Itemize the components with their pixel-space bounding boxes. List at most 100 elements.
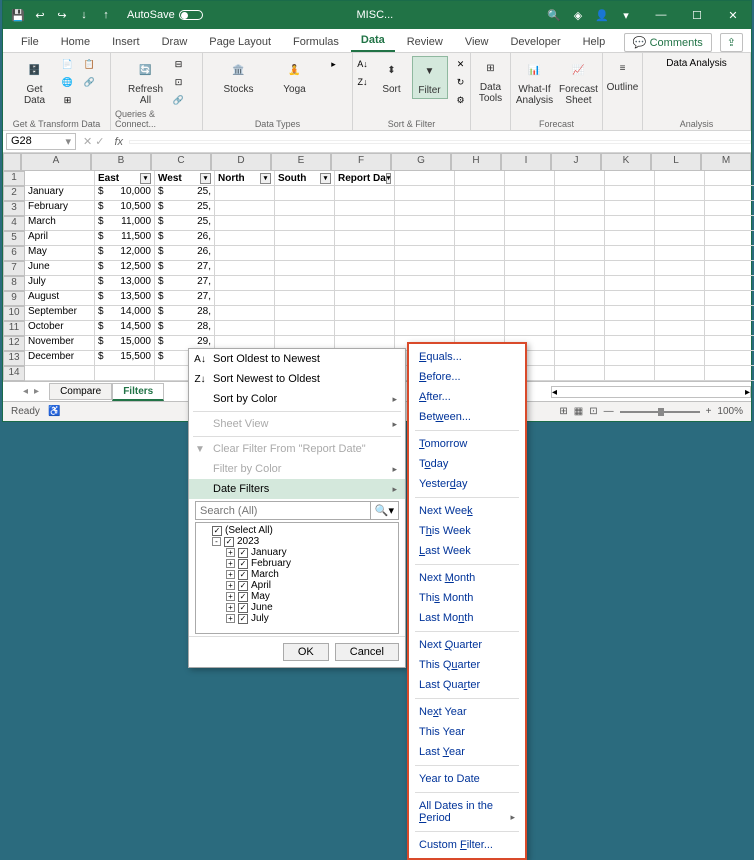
- cell[interactable]: [335, 231, 395, 246]
- equals-item[interactable]: Equals...: [409, 347, 525, 367]
- from-web-icon[interactable]: 🌐: [59, 74, 77, 90]
- row-header[interactable]: 3: [3, 201, 25, 216]
- name-box[interactable]: G28▾: [6, 133, 76, 150]
- tab-file[interactable]: File: [11, 32, 49, 52]
- tree-item[interactable]: +✓May: [198, 591, 396, 602]
- after-item[interactable]: After...: [409, 387, 525, 407]
- tab-home[interactable]: Home: [51, 32, 100, 52]
- cell[interactable]: [335, 186, 395, 201]
- cell[interactable]: $15,500: [95, 351, 155, 366]
- formula-input[interactable]: [129, 140, 751, 144]
- table-header[interactable]: East▾: [95, 171, 155, 186]
- ytd-item[interactable]: Year to Date: [409, 769, 525, 789]
- fx-icon[interactable]: fx: [109, 136, 130, 148]
- cell[interactable]: [275, 261, 335, 276]
- clear-icon[interactable]: ✕: [452, 56, 470, 72]
- table-header[interactable]: West▾: [155, 171, 215, 186]
- sort-asc-icon[interactable]: ↓: [77, 8, 91, 22]
- column-header[interactable]: L: [651, 153, 701, 171]
- cell[interactable]: [275, 321, 335, 336]
- column-header[interactable]: E: [271, 153, 331, 171]
- cell[interactable]: $14,000: [95, 306, 155, 321]
- cell[interactable]: $25,: [155, 201, 215, 216]
- undo-icon[interactable]: ↩: [33, 8, 47, 22]
- data-type-more-icon[interactable]: ▸: [325, 56, 343, 72]
- cell[interactable]: [215, 291, 275, 306]
- filter-tree[interactable]: ✓(Select All) -✓2023 +✓January+✓February…: [195, 522, 399, 634]
- next-year-item[interactable]: Next Year: [409, 702, 525, 722]
- cell[interactable]: [215, 306, 275, 321]
- cell[interactable]: September: [25, 306, 95, 321]
- save-icon[interactable]: 💾: [11, 8, 25, 22]
- column-header[interactable]: D: [211, 153, 271, 171]
- filter-arrow-icon[interactable]: ▾: [140, 173, 151, 184]
- tab-data[interactable]: Data: [351, 30, 395, 52]
- tree-item[interactable]: +✓January: [198, 547, 396, 558]
- zoom-in-icon[interactable]: +: [706, 406, 712, 417]
- sort-desc-icon[interactable]: ↑: [99, 8, 113, 22]
- from-text-icon[interactable]: 📄: [59, 56, 77, 72]
- select-all-corner[interactable]: [3, 153, 21, 171]
- row-header[interactable]: 8: [3, 276, 25, 291]
- cell[interactable]: $13,000: [95, 276, 155, 291]
- collapse-icon[interactable]: -: [212, 537, 221, 546]
- cell[interactable]: $27,: [155, 276, 215, 291]
- cell[interactable]: $26,: [155, 231, 215, 246]
- tree-item[interactable]: +✓July: [198, 613, 396, 624]
- expand-icon[interactable]: +: [226, 559, 235, 568]
- redo-icon[interactable]: ↪: [55, 8, 69, 22]
- tab-draw[interactable]: Draw: [152, 32, 198, 52]
- table-header[interactable]: [25, 171, 95, 186]
- zoom-level[interactable]: 100%: [717, 406, 743, 417]
- tomorrow-item[interactable]: Tomorrow: [409, 434, 525, 454]
- column-header[interactable]: A: [21, 153, 91, 171]
- cell[interactable]: February: [25, 201, 95, 216]
- view-normal-icon[interactable]: ⊞: [559, 406, 567, 417]
- cell[interactable]: July: [25, 276, 95, 291]
- cell[interactable]: August: [25, 291, 95, 306]
- from-table-icon[interactable]: ⊞: [59, 92, 77, 108]
- ribbon-opts-icon[interactable]: ▾: [619, 8, 633, 22]
- cell[interactable]: $11,500: [95, 231, 155, 246]
- cell[interactable]: $12,000: [95, 246, 155, 261]
- expand-icon[interactable]: +: [226, 614, 235, 623]
- tab-help[interactable]: Help: [573, 32, 616, 52]
- cell[interactable]: [335, 246, 395, 261]
- checkbox-icon[interactable]: ✓: [238, 614, 248, 624]
- comments-button[interactable]: 💬 Comments: [624, 33, 712, 52]
- cell[interactable]: November: [25, 336, 95, 351]
- filter-arrow-icon[interactable]: ▾: [386, 173, 392, 184]
- checkbox-icon[interactable]: ✓: [238, 581, 248, 591]
- close-button[interactable]: ✕: [715, 1, 751, 29]
- filter-arrow-icon[interactable]: ▾: [320, 173, 331, 184]
- this-year-item[interactable]: This Year: [409, 722, 525, 742]
- row-header[interactable]: 13: [3, 351, 25, 366]
- tree-item[interactable]: +✓April: [198, 580, 396, 591]
- cell[interactable]: [335, 261, 395, 276]
- expand-icon[interactable]: +: [226, 570, 235, 579]
- before-item[interactable]: Before...: [409, 367, 525, 387]
- last-year-item[interactable]: Last Year: [409, 742, 525, 762]
- cell[interactable]: October: [25, 321, 95, 336]
- fx-buttons[interactable]: ✕ ✓: [79, 135, 109, 148]
- cell[interactable]: [215, 201, 275, 216]
- tab-nav-right-icon[interactable]: ▸: [34, 386, 49, 397]
- between-item[interactable]: Between...: [409, 407, 525, 427]
- share-button[interactable]: ⇪: [720, 33, 743, 52]
- today-item[interactable]: Today: [409, 454, 525, 474]
- cell[interactable]: December: [25, 351, 95, 366]
- horizontal-scrollbar[interactable]: ◂▸: [551, 386, 751, 398]
- cell[interactable]: [275, 246, 335, 261]
- row-header[interactable]: 7: [3, 261, 25, 276]
- column-header[interactable]: F: [331, 153, 391, 171]
- table-header[interactable]: Report Da▾: [335, 171, 395, 186]
- cell[interactable]: $27,: [155, 291, 215, 306]
- expand-icon[interactable]: +: [226, 603, 235, 612]
- cell[interactable]: [335, 216, 395, 231]
- accessibility-icon[interactable]: ♿: [48, 406, 60, 417]
- expand-icon[interactable]: +: [226, 592, 235, 601]
- cell[interactable]: [215, 276, 275, 291]
- sort-za-icon[interactable]: Z↓: [354, 74, 372, 90]
- row-header[interactable]: 5: [3, 231, 25, 246]
- ok-button[interactable]: OK: [283, 643, 329, 661]
